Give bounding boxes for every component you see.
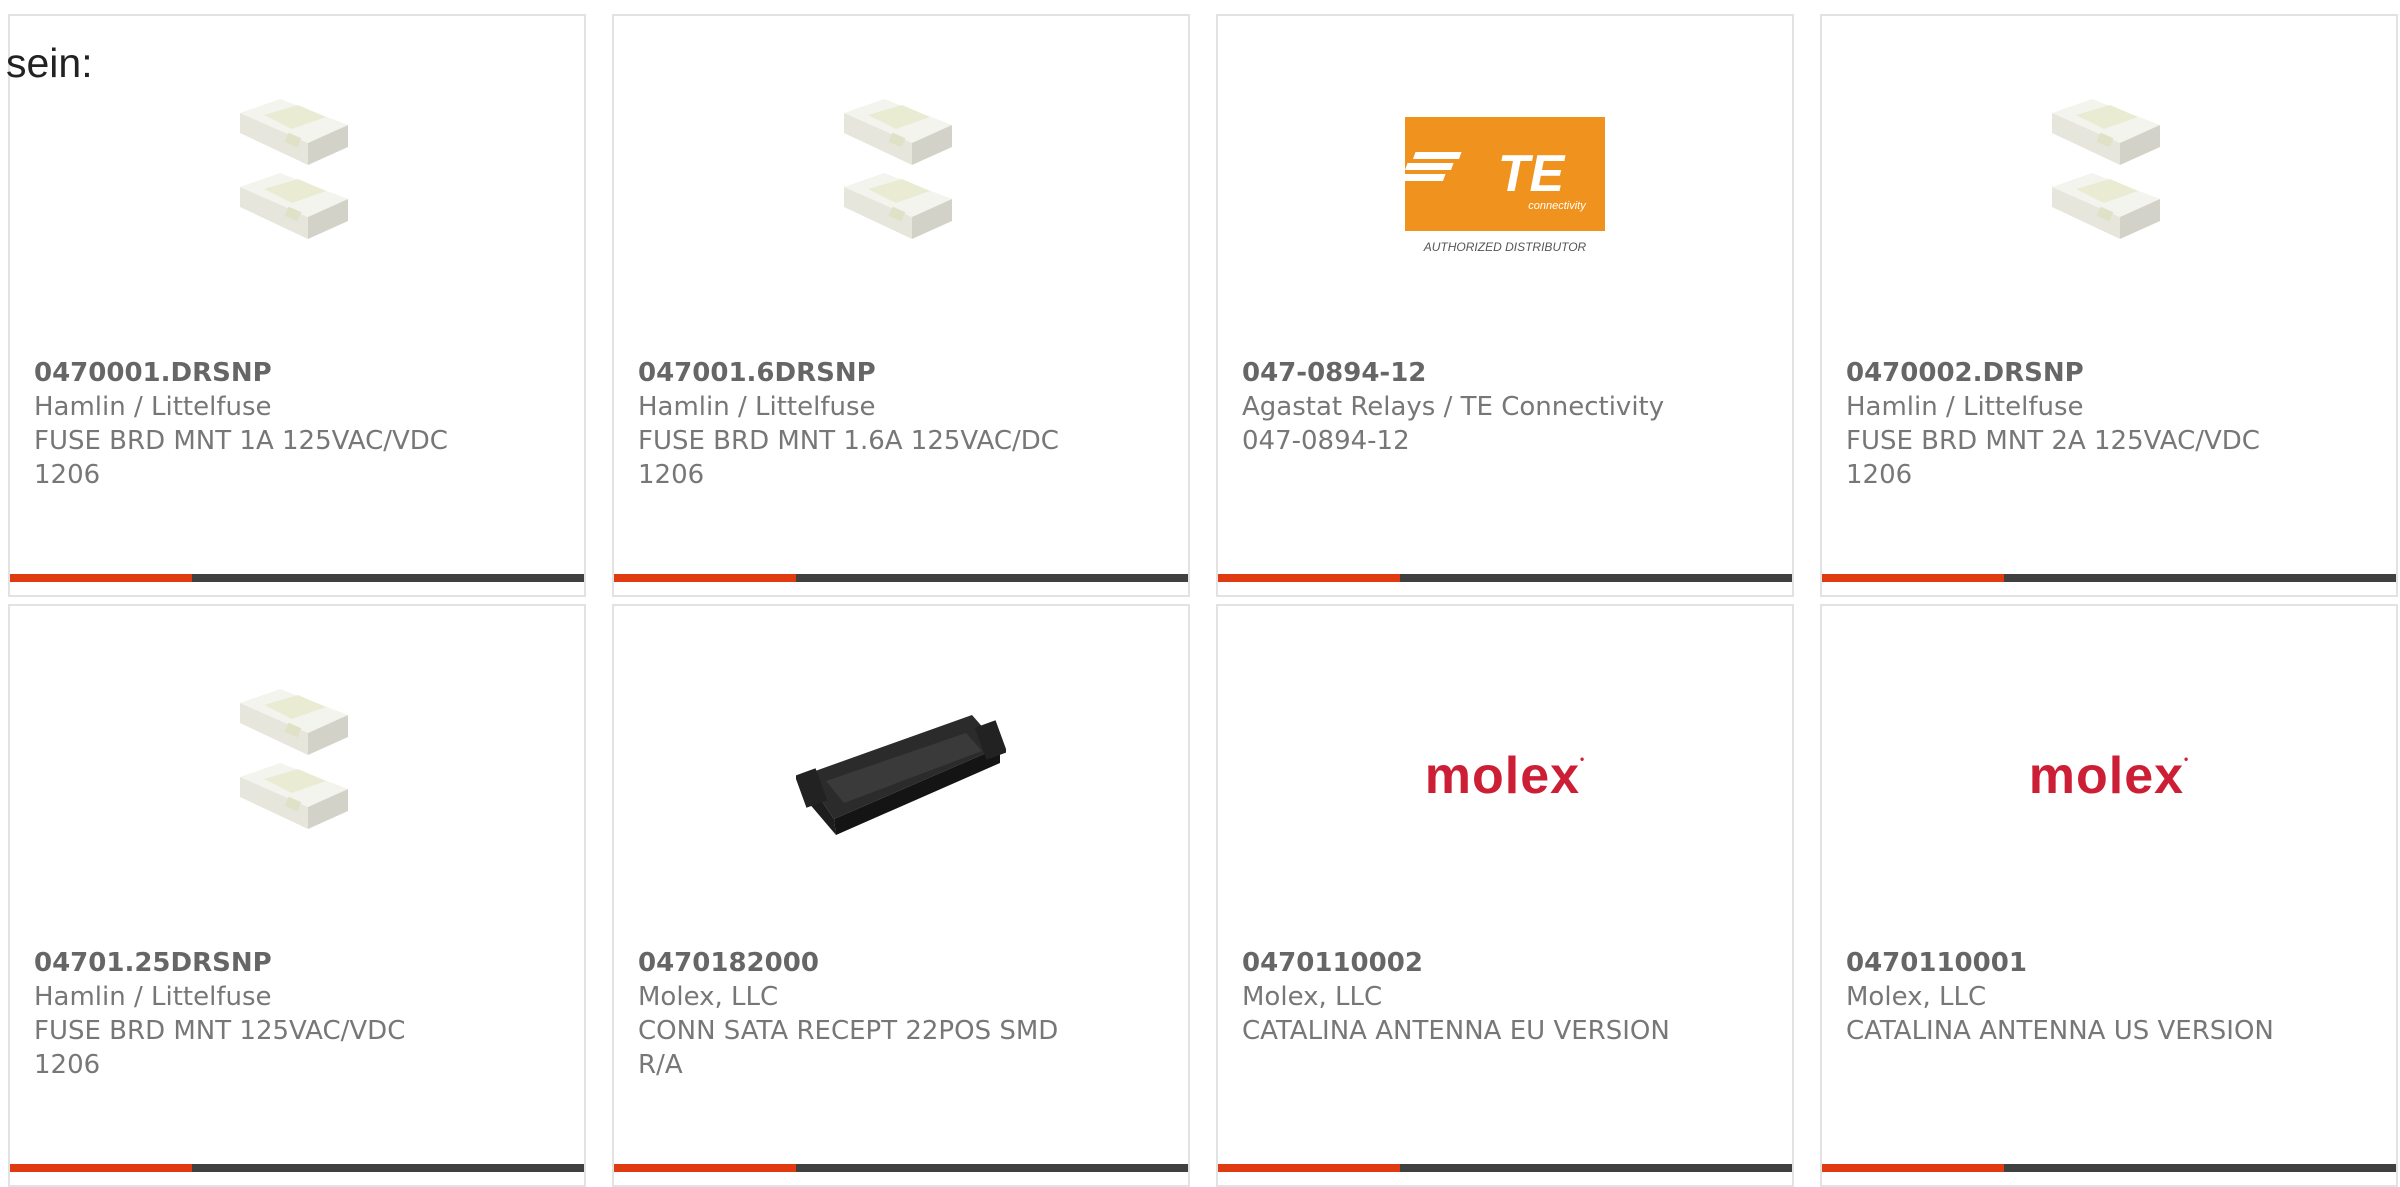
fuse-pair-image[interactable] xyxy=(10,86,584,286)
manufacturer: Molex, LLC xyxy=(1846,982,1987,1012)
svg-text:TE: TE xyxy=(1498,145,1566,203)
product-card[interactable]: molex• 0470110001 Molex, LLC CATALINA ANTEN… xyxy=(1820,604,2398,1187)
card-accent-bar xyxy=(10,1164,192,1172)
molex-wordmark: molex• xyxy=(2028,747,2190,805)
product-card[interactable]: 0470182000 Molex, LLC CONN SATA RECEPT 22P… xyxy=(612,604,1190,1187)
product-card[interactable]: 04701.25DRSNP Hamlin / Littelfuse FUSE BRD… xyxy=(8,604,586,1187)
description-line-2: 1206 xyxy=(34,1050,101,1080)
product-info: 047-0894-12 Agastat Relays / TE Connectiv… xyxy=(1242,356,1768,458)
product-card[interactable]: 0470001.DRSNP Hamlin / Littelfuse FUSE BRD… xyxy=(8,14,586,597)
product-card[interactable]: TE connectivity AUTHORIZED DISTRIBUTOR 0… xyxy=(1216,14,1794,597)
card-footer-bar xyxy=(1822,574,2396,582)
manufacturer: Hamlin / Littelfuse xyxy=(34,982,272,1012)
svg-text:connectivity: connectivity xyxy=(1528,200,1587,212)
fuse-pair-image[interactable] xyxy=(1822,86,2396,286)
description-line-2: R/A xyxy=(638,1050,683,1080)
card-accent-bar xyxy=(614,1164,796,1172)
fuse-pair-image[interactable] xyxy=(10,676,584,876)
product-card[interactable]: 047001.6DRSNP Hamlin / Littelfuse FUSE BRD… xyxy=(612,14,1190,597)
molex-logo[interactable]: molex• xyxy=(1822,676,2396,876)
card-footer-bar xyxy=(614,574,1188,582)
description-line-2: 1206 xyxy=(638,460,705,490)
manufacturer: Hamlin / Littelfuse xyxy=(1846,392,2084,422)
card-footer-bar xyxy=(1218,574,1792,582)
te-connectivity-logo[interactable]: TE connectivity AUTHORIZED DISTRIBUTOR xyxy=(1218,86,1792,286)
product-info: 0470001.DRSNP Hamlin / Littelfuse FUSE BRD… xyxy=(34,356,560,492)
molex-text: molex xyxy=(2028,747,2185,805)
manufacturer: Molex, LLC xyxy=(1242,982,1383,1012)
part-number[interactable]: 04701.25DRSNP xyxy=(34,946,560,980)
product-info: 0470110002 Molex, LLC CATALINA ANTENNA EU … xyxy=(1242,946,1768,1048)
description: FUSE BRD MNT 125VAC/VDC xyxy=(34,1016,406,1046)
manufacturer: Hamlin / Littelfuse xyxy=(34,392,272,422)
card-accent-bar xyxy=(10,574,192,582)
product-info: 0470182000 Molex, LLC CONN SATA RECEPT 22P… xyxy=(638,946,1164,1082)
part-number[interactable]: 047-0894-12 xyxy=(1242,356,1768,390)
molex-text: molex xyxy=(1424,747,1581,805)
card-accent-bar xyxy=(1218,574,1400,582)
card-footer-bar xyxy=(10,574,584,582)
product-info: 047001.6DRSNP Hamlin / Littelfuse FUSE BRD… xyxy=(638,356,1164,492)
card-footer-bar xyxy=(614,1164,1188,1172)
card-footer-bar xyxy=(10,1164,584,1172)
connector-image[interactable] xyxy=(614,676,1188,876)
description: FUSE BRD MNT 2A 125VAC/VDC xyxy=(1846,426,2260,456)
description: FUSE BRD MNT 1A 125VAC/VDC xyxy=(34,426,448,456)
description: 047-0894-12 xyxy=(1242,426,1410,456)
molex-logo[interactable]: molex• xyxy=(1218,676,1792,876)
card-footer-bar xyxy=(1822,1164,2396,1172)
description-line-2: 1206 xyxy=(1846,460,1913,490)
description: CATALINA ANTENNA US VERSION xyxy=(1846,1016,2274,1046)
card-accent-bar xyxy=(1218,1164,1400,1172)
molex-wordmark: molex• xyxy=(1424,747,1586,805)
svg-text:AUTHORIZED DISTRIBUTOR: AUTHORIZED DISTRIBUTOR xyxy=(1423,240,1587,254)
manufacturer: Agastat Relays / TE Connectivity xyxy=(1242,392,1665,422)
product-card[interactable]: 0470002.DRSNP Hamlin / Littelfuse FUSE BRD… xyxy=(1820,14,2398,597)
card-accent-bar xyxy=(614,574,796,582)
part-number[interactable]: 0470002.DRSNP xyxy=(1846,356,2372,390)
description: FUSE BRD MNT 1.6A 125VAC/DC xyxy=(638,426,1059,456)
product-info: 0470002.DRSNP Hamlin / Littelfuse FUSE BRD… xyxy=(1846,356,2372,492)
card-accent-bar xyxy=(1822,574,2004,582)
description-line-2: 1206 xyxy=(34,460,101,490)
fuse-pair-image[interactable] xyxy=(614,86,1188,286)
description: CONN SATA RECEPT 22POS SMD xyxy=(638,1016,1059,1046)
part-number[interactable]: 0470182000 xyxy=(638,946,1164,980)
product-info: 04701.25DRSNP Hamlin / Littelfuse FUSE BRD… xyxy=(34,946,560,1082)
card-footer-bar xyxy=(1218,1164,1792,1172)
intro-text: sein: xyxy=(6,40,93,86)
part-number[interactable]: 0470110002 xyxy=(1242,946,1768,980)
part-number[interactable]: 0470110001 xyxy=(1846,946,2372,980)
description: CATALINA ANTENNA EU VERSION xyxy=(1242,1016,1670,1046)
product-card[interactable]: molex• 0470110002 Molex, LLC CATALINA ANTEN… xyxy=(1216,604,1794,1187)
part-number[interactable]: 047001.6DRSNP xyxy=(638,356,1164,390)
manufacturer: Hamlin / Littelfuse xyxy=(638,392,876,422)
manufacturer: Molex, LLC xyxy=(638,982,779,1012)
product-info: 0470110001 Molex, LLC CATALINA ANTENNA US … xyxy=(1846,946,2372,1048)
part-number[interactable]: 0470001.DRSNP xyxy=(34,356,560,390)
card-accent-bar xyxy=(1822,1164,2004,1172)
